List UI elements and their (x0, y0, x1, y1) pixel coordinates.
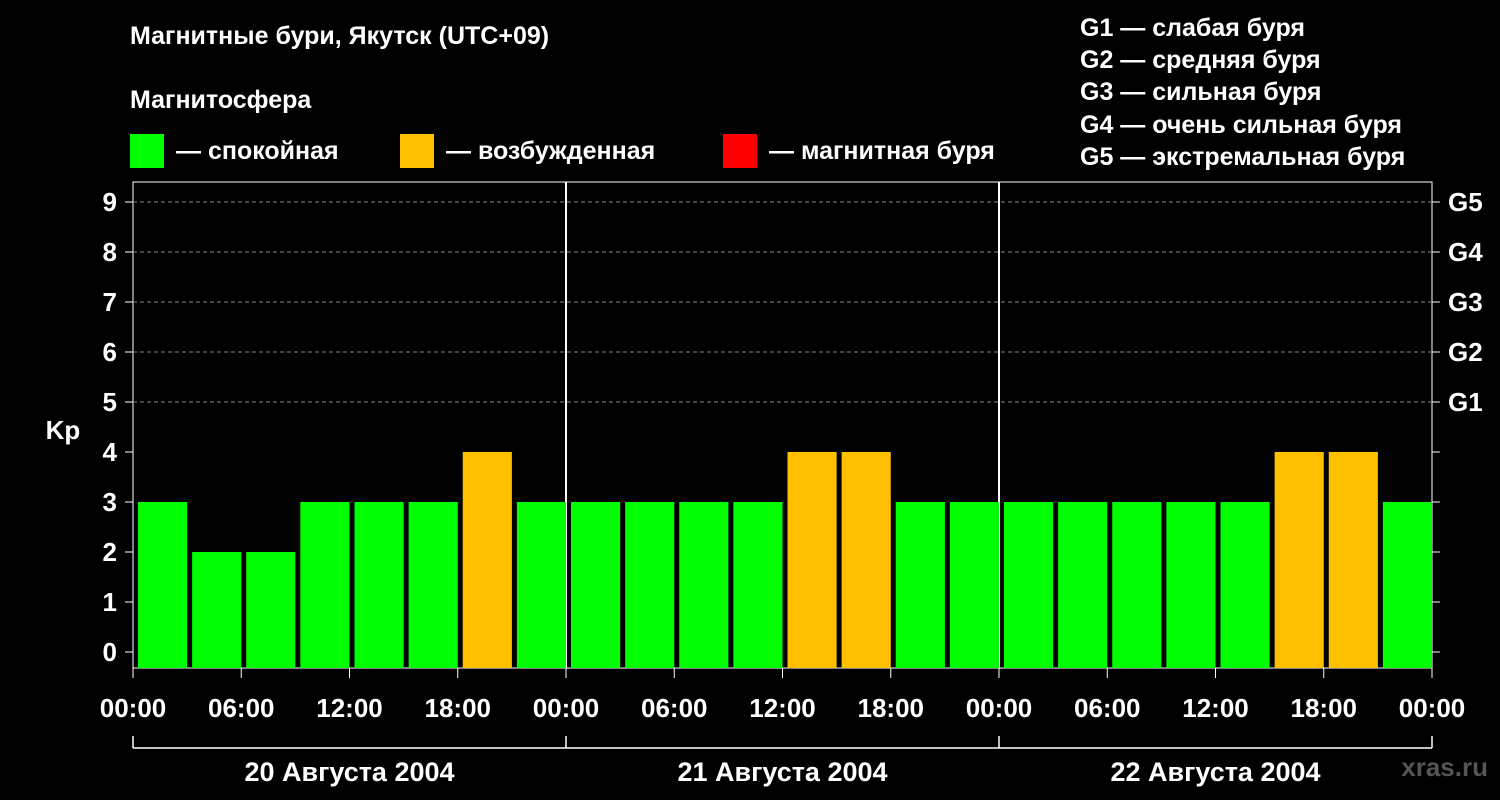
x-tick-label: 06:00 (1074, 693, 1141, 723)
y-axis-label: Kp (46, 415, 81, 445)
kp-bar (571, 502, 621, 668)
x-tick-label: 12:00 (749, 693, 816, 723)
y-tick-label: 4 (103, 437, 118, 467)
y-tick-label: 6 (103, 337, 117, 367)
kp-bar (1166, 502, 1216, 668)
g-level-label: G5 (1448, 187, 1483, 217)
kp-bar (949, 502, 999, 668)
y-tick-label: 7 (103, 287, 117, 317)
y-tick-label: 5 (103, 387, 117, 417)
kp-bar (1112, 502, 1162, 668)
kp-bar (679, 502, 729, 668)
x-tick-label: 06:00 (208, 693, 275, 723)
kp-bar (354, 502, 404, 668)
watermark: xras.ru (1401, 752, 1488, 782)
day-label: 21 Августа 2004 (677, 757, 887, 787)
y-tick-label: 8 (103, 237, 117, 267)
y-tick-label: 3 (103, 487, 117, 517)
x-tick-label: 06:00 (641, 693, 708, 723)
kp-bar (1328, 452, 1378, 668)
x-tick-label: 00:00 (533, 693, 600, 723)
kp-bar (462, 452, 512, 668)
kp-bar (841, 452, 891, 668)
kp-bar (733, 502, 783, 668)
kp-bar (516, 502, 566, 668)
kp-bar (787, 452, 837, 668)
x-tick-label: 00:00 (1399, 693, 1466, 723)
y-tick-label: 2 (103, 537, 117, 567)
y-tick-label: 9 (103, 187, 117, 217)
g-level-label: G3 (1448, 287, 1483, 317)
x-tick-label: 12:00 (316, 693, 383, 723)
kp-bar (300, 502, 350, 668)
y-tick-label: 1 (103, 587, 117, 617)
g-level-label: G1 (1448, 387, 1483, 417)
kp-bar (1274, 452, 1324, 668)
kp-bar (625, 502, 675, 668)
kp-bar (192, 552, 242, 668)
kp-bar (1058, 502, 1108, 668)
kp-bar (895, 502, 945, 668)
kp-bar (246, 552, 296, 668)
x-tick-label: 18:00 (858, 693, 925, 723)
x-tick-label: 12:00 (1182, 693, 1249, 723)
x-tick-label: 18:00 (1291, 693, 1358, 723)
kp-chart: 0 1 2 3 4 5 6 7 8 9 G1 G2 G3 G4 G5 Kp 00:00 06:00 12:00 18:… (46, 181, 1483, 787)
g-level-label: G2 (1448, 337, 1483, 367)
y-tick-label: 0 (103, 637, 117, 667)
kp-bar (1004, 502, 1054, 668)
kp-bar (1382, 502, 1432, 668)
g-level-label: G4 (1448, 237, 1483, 267)
day-label: 20 Августа 2004 (244, 757, 454, 787)
day-label: 22 Августа 2004 (1110, 757, 1320, 787)
x-tick-label: 00:00 (966, 693, 1033, 723)
x-tick-label: 18:00 (425, 693, 492, 723)
x-tick-label: 00:00 (100, 693, 167, 723)
kp-bar (408, 502, 458, 668)
kp-bar (138, 502, 188, 668)
kp-bar (1220, 502, 1270, 668)
